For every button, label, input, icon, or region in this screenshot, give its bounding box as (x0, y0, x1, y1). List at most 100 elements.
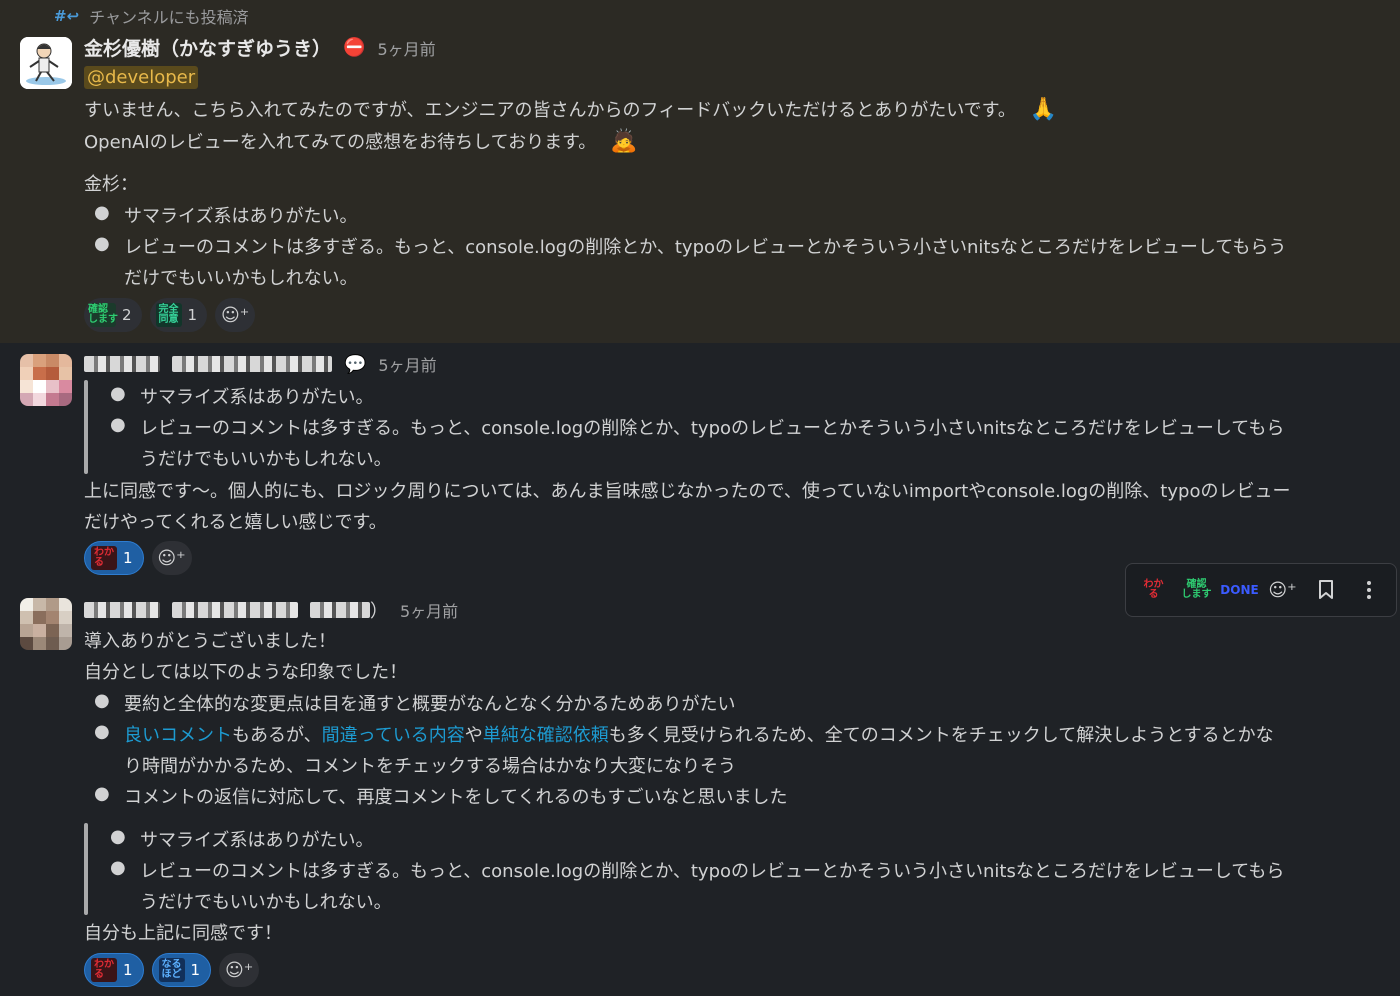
timestamp[interactable]: 5ヶ月前 (400, 598, 458, 622)
bullet-dot: ● (94, 233, 110, 254)
avatar-illustration-icon (20, 37, 72, 89)
quote-list-item: ● サマライズ系はありがたい。 (110, 826, 374, 852)
list-item-text: も多く見受けられるため、全てのコメントをチェックして解決しようとするとかな (608, 725, 1274, 746)
author-name-redacted (172, 356, 332, 372)
bullet-dot: ● (94, 690, 110, 711)
message-header: 金杉優樹（かなすぎゆうき） ⛔ 5ヶ月前 (84, 34, 436, 61)
message-text-line: すいません、こちら入れてみたのですが、エンジニアの皆さんからのフィードバックいた… (84, 96, 1057, 122)
quick-react-wakaru-button[interactable]: わか る (1136, 572, 1172, 608)
timestamp[interactable]: 5ヶ月前 (378, 352, 436, 376)
reaction-wakaru[interactable]: わか る 1 (84, 953, 144, 987)
more-actions-button[interactable] (1351, 572, 1387, 608)
pray-emoji-icon: 🙏 (1029, 97, 1057, 122)
add-reaction-button[interactable]: ☺⁺ (219, 953, 260, 987)
add-reaction-icon: ☺⁺ (220, 304, 250, 326)
reaction-kakunin[interactable]: 確認 します 2 (84, 298, 142, 332)
list-item-text: コメントの返信に対応して、再度コメントをしてくれるのもすごいなと思いました (124, 787, 788, 808)
list-item-text: もあるが、 (232, 725, 322, 746)
list-item-text: 要約と全体的な変更点は目を通すと概要がなんとなく分かるためありがたい (124, 694, 736, 715)
channel-share-icon: #↩ (54, 7, 80, 25)
shared-to-channel-note: #↩ チャンネルにも投稿済 (54, 4, 249, 28)
quote-bar (84, 380, 88, 474)
message-text-line: OpenAIのレビューを入れてみての感想をお待ちしております。 🙇 (84, 128, 637, 154)
bullet-dot: ● (94, 721, 110, 742)
bullet-dot: ● (94, 202, 110, 223)
bookmark-icon (1318, 580, 1333, 599)
avatar-pixelated[interactable] (20, 598, 72, 650)
avatar[interactable] (20, 37, 72, 89)
timestamp[interactable]: 5ヶ月前 (377, 36, 435, 60)
bullet-dot: ● (110, 857, 126, 878)
reaction-count: 1 (123, 549, 133, 567)
reaction-naruhodo[interactable]: なる ほど 1 (151, 953, 212, 987)
message-actions-toolbar: わか る 確認 します DONE ☺⁺ (1125, 563, 1397, 617)
list-item-text: サマライズ系はありがたい。 (140, 830, 374, 851)
message-header: 💬 5ヶ月前 (84, 352, 437, 376)
bow-emoji-icon: 🙇 (610, 129, 638, 154)
quick-react-kakunin-button[interactable]: 確認 します (1179, 572, 1215, 608)
bullet-dot: ● (110, 383, 126, 404)
list-item: ● レビューのコメントは多すぎる。もっと、console.logの削除とか、ty… (94, 233, 1287, 259)
kakunin-icon: 確認 します (88, 303, 118, 327)
kanzen-doui-icon: 完全 同意 (155, 303, 182, 327)
bullet-dot: ● (94, 783, 110, 804)
quote-list-item: ● レビューのコメントは多すぎる。もっと、console.logの削除とか、ty… (110, 414, 1285, 440)
add-reaction-button[interactable]: ☺⁺ (1265, 572, 1301, 608)
author-name-redacted[interactable] (84, 602, 160, 618)
done-icon: DONE (1220, 583, 1259, 597)
add-reaction-icon: ☺⁺ (1268, 579, 1297, 601)
reaction-wakaru[interactable]: わか る 1 (84, 541, 144, 575)
message-text-line: 自分も上記に同感です！ (84, 923, 282, 944)
avatar-pixelated[interactable] (20, 354, 72, 406)
author-name-redacted[interactable] (84, 356, 160, 372)
message-text-line: 導入ありがとうございました！ (84, 631, 336, 652)
author-name-redacted (310, 602, 370, 618)
text-line-1: すいません、こちら入れてみたのですが、エンジニアの皆さんからのフィードバックいた… (84, 100, 1016, 121)
list-item: ● コメントの返信に対応して、再度コメントをしてくれるのもすごいなと思いました (94, 783, 788, 809)
list-item-continuation: り時間がかかるため、コメントをチェックする場合はかなり大変になりそう (124, 756, 736, 777)
link-simple-confirmation[interactable]: 単純な確認依頼 (483, 725, 609, 746)
message-text-line: 自分としては以下のような印象でした！ (84, 662, 408, 683)
shared-note-text: チャンネルにも投稿済 (89, 8, 249, 27)
speech-balloon-status-icon[interactable]: 💬 (344, 354, 366, 375)
message-1[interactable]: #↩ チャンネルにも投稿済 金杉優樹（かなすぎゆうき） ⛔ 5ヶ月前 @deve… (0, 0, 1400, 343)
quote-bar (84, 823, 88, 915)
list-item: ● 要約と全体的な変更点は目を通すと概要がなんとなく分かるためありがたい (94, 690, 736, 716)
message-text-line: 金杉： (84, 174, 138, 195)
kakunin-icon: 確認 します (1181, 579, 1212, 600)
quick-react-done-button[interactable]: DONE (1220, 572, 1259, 608)
list-item-text: レビューのコメントは多すぎる。もっと、console.logの削除とか、typo… (140, 861, 1285, 882)
add-reaction-button[interactable]: ☺⁺ (215, 298, 256, 332)
author-name[interactable]: 金杉優樹（かなすぎゆうき） (84, 34, 331, 61)
reaction-count: 2 (122, 306, 132, 324)
reaction-count: 1 (123, 961, 133, 979)
user-group-mention[interactable]: @developer (84, 66, 199, 89)
list-item: ● サマライズ系はありがたい。 (94, 202, 357, 228)
reaction-count: 1 (190, 961, 201, 979)
list-item-text: レビューのコメントは多すぎる。もっと、console.logの削除とか、typo… (124, 237, 1287, 258)
reactions-bar: わか る 1 なる ほど 1 ☺⁺ (84, 953, 260, 987)
message-text-line: 上に同感です〜。個人的にも、ロジック周りについては、あんま旨味感じなかったので、… (84, 481, 1291, 502)
text-line-2: OpenAIのレビューを入れてみての感想をお待ちしております。 (84, 132, 597, 153)
add-reaction-button[interactable]: ☺⁺ (151, 541, 192, 575)
list-item-text: レビューのコメントは多すぎる。もっと、console.logの削除とか、typo… (140, 418, 1285, 439)
wakaru-icon: わか る (91, 546, 117, 570)
link-wrong-content[interactable]: 間違っている内容 (322, 725, 465, 746)
message-text-line: だけやってくれると嬉しい感じです。 (84, 512, 387, 533)
list-item-text: や (464, 725, 483, 746)
quote-list-item-continuation: うだけでもいいかもしれない。 (140, 892, 392, 913)
author-name-suffix: ） (370, 601, 388, 622)
reaction-count: 1 (187, 306, 198, 324)
reactions-bar: 確認 します 2 完全 同意 1 ☺⁺ (84, 298, 256, 332)
reactions-bar: わか る 1 ☺⁺ (84, 541, 192, 575)
more-vertical-icon (1366, 581, 1371, 599)
add-reaction-icon: ☺⁺ (157, 547, 186, 569)
naruhodo-icon: なる ほど (158, 958, 185, 982)
message-header: ） 5ヶ月前 (84, 597, 458, 623)
status-emoji-no-entry-icon[interactable]: ⛔ (343, 37, 365, 58)
link-good-comment[interactable]: 良いコメント (124, 725, 232, 746)
quote-list-item: ● サマライズ系はありがたい。 (110, 383, 373, 409)
bullet-dot: ● (110, 826, 126, 847)
reaction-kanzen-doui[interactable]: 完全 同意 1 (149, 298, 208, 332)
save-bookmark-button[interactable] (1308, 572, 1344, 608)
